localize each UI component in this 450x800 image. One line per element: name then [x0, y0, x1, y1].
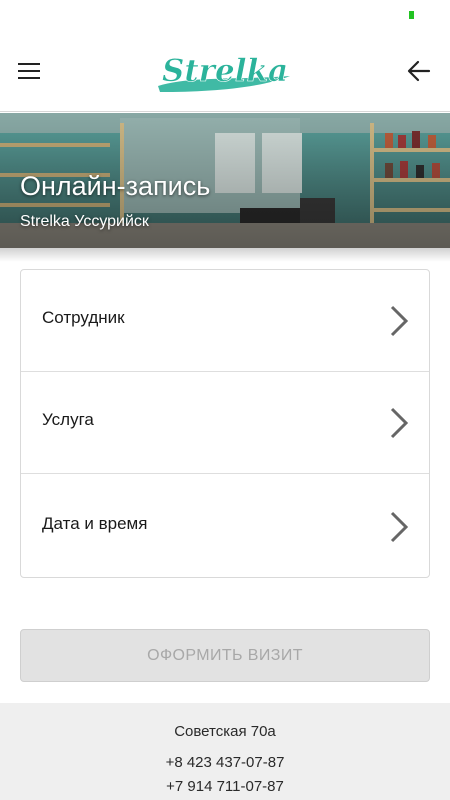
page-title: Онлайн-запись: [20, 171, 211, 201]
booking-options-card: Сотрудник Услуга Дата и время: [20, 269, 430, 578]
arrow-back-icon: [407, 60, 431, 82]
chevron-right-icon: [390, 407, 409, 439]
chevron-right-icon: [390, 511, 409, 543]
battery-icon: [409, 11, 414, 19]
option-service[interactable]: Услуга: [21, 372, 429, 474]
chevron-right-icon: [390, 305, 409, 337]
address: Советская 70а: [174, 723, 276, 740]
option-label: Услуга: [42, 410, 94, 429]
hero-banner: Онлайн-запись Strelka Уссурийск: [0, 113, 450, 248]
footer-contacts: Советская 70а +8 423 437-07-87 +7 914 71…: [0, 703, 450, 800]
phone-link[interactable]: +8 423 437-07-87: [0, 754, 450, 771]
option-employee[interactable]: Сотрудник: [21, 270, 429, 372]
option-label: Сотрудник: [42, 308, 125, 327]
status-bar: [0, 0, 450, 32]
menu-icon: [18, 63, 40, 65]
salon-name: Strelka Уссурийск: [20, 213, 149, 230]
option-date-time[interactable]: Дата и время: [21, 474, 429, 577]
menu-button[interactable]: [14, 56, 44, 86]
submit-visit-button[interactable]: ОФОРМИТЬ ВИЗИТ: [20, 629, 430, 682]
app-bar: Strelka: [0, 32, 450, 112]
option-label: Дата и время: [42, 514, 148, 533]
back-button[interactable]: [404, 56, 434, 86]
brand-logo: Strelka: [150, 46, 300, 98]
phone-link[interactable]: +7 914 711-07-87: [0, 778, 450, 795]
logo-text: Strelka: [162, 53, 288, 89]
